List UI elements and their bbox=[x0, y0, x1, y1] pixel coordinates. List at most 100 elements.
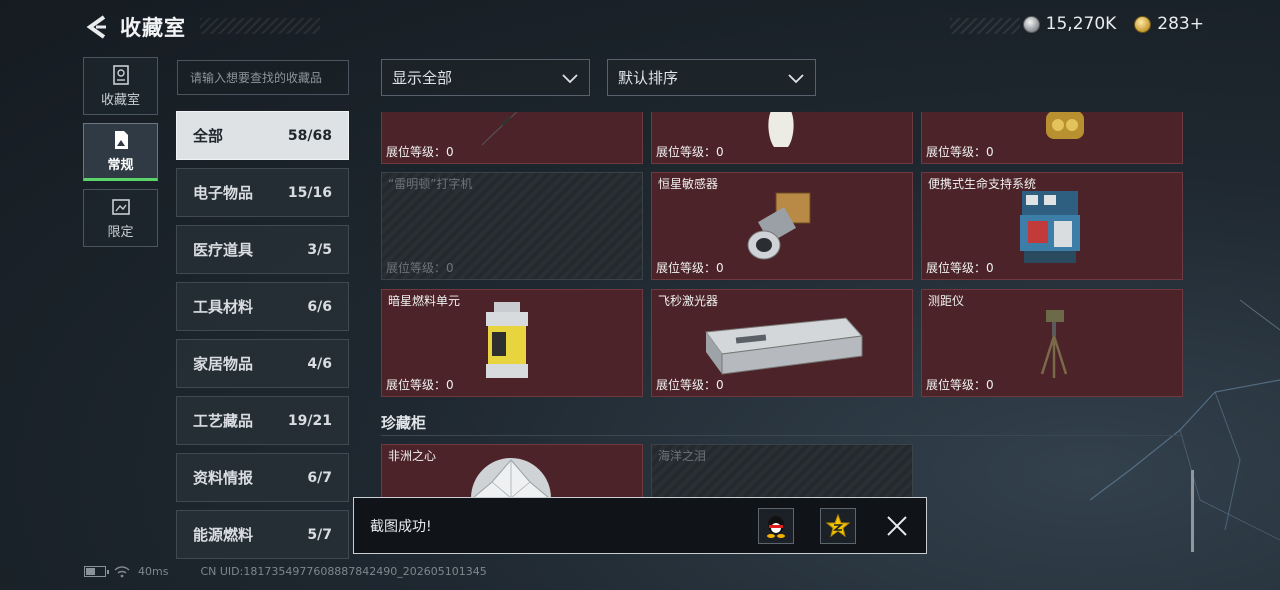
currency-bar: 15,270K 283+ bbox=[1022, 14, 1204, 34]
card-level: 展位等级：0 bbox=[656, 378, 724, 392]
category-name: 医疗道具 bbox=[193, 241, 254, 259]
collection-card[interactable]: 展位等级：0 bbox=[651, 112, 913, 164]
silver-coin-icon bbox=[1022, 15, 1040, 33]
ping-value: 40ms bbox=[138, 565, 169, 578]
category-name: 电子物品 bbox=[193, 184, 254, 202]
chevron-down-icon bbox=[788, 73, 804, 83]
collection-card[interactable]: 便携式生命支持系统 展位等级：0 bbox=[921, 172, 1183, 280]
golden-statue-icon bbox=[1046, 112, 1084, 139]
side-tab-label: 限定 bbox=[107, 224, 134, 240]
category-list: 全部 58/68 电子物品 15/16 医疗道具 3/5 工具材料 6/6 家居… bbox=[176, 111, 349, 567]
search-input[interactable] bbox=[177, 60, 349, 95]
category-name: 家居物品 bbox=[193, 355, 254, 373]
category-electronics[interactable]: 电子物品 15/16 bbox=[176, 168, 349, 217]
card-name: 飞秒激光器 bbox=[658, 294, 719, 308]
chevron-down-icon bbox=[562, 73, 578, 83]
card-level: 展位等级：0 bbox=[926, 261, 994, 275]
side-tab-limited[interactable]: 限定 bbox=[83, 189, 158, 247]
card-level: 展位等级：0 bbox=[926, 378, 994, 392]
collection-card[interactable]: 暗星燃料单元 展位等级：0 bbox=[381, 289, 643, 397]
display-filter-value: 显示全部 bbox=[392, 69, 453, 87]
collection-card[interactable]: 恒星敏感器 展位等级：0 bbox=[651, 172, 913, 280]
category-all[interactable]: 全部 58/68 bbox=[176, 111, 349, 160]
gold-coin-icon bbox=[1134, 15, 1152, 33]
side-tabs: 收藏室 常规 限定 bbox=[83, 57, 158, 255]
category-intel[interactable]: 资料情报 6/7 bbox=[176, 453, 349, 502]
category-count: 4/6 bbox=[307, 355, 332, 372]
vase-icon bbox=[768, 112, 794, 147]
quill-pen-icon bbox=[481, 112, 518, 146]
silver-currency[interactable]: 15,270K bbox=[1022, 14, 1117, 34]
share-qq-button[interactable] bbox=[758, 507, 794, 544]
toast-message: 截图成功! bbox=[370, 518, 432, 535]
collection-card-locked[interactable]: “雷明顿”打字机 展位等级：0 bbox=[381, 172, 643, 280]
currency-stripe-decoration bbox=[950, 18, 1020, 34]
category-count: 3/5 bbox=[307, 241, 332, 258]
card-name: 测距仪 bbox=[928, 294, 965, 308]
screenshot-toast: 截图成功! bbox=[353, 497, 927, 554]
category-medical[interactable]: 医疗道具 3/5 bbox=[176, 225, 349, 274]
card-name: 恒星敏感器 bbox=[658, 177, 719, 191]
side-tab-regular[interactable]: 常规 bbox=[83, 123, 158, 181]
display-filter-dropdown[interactable]: 显示全部 bbox=[381, 59, 590, 96]
category-energy[interactable]: 能源燃料 5/7 bbox=[176, 510, 349, 559]
collection-card[interactable]: 飞秒激光器 展位等级：0 bbox=[651, 289, 913, 397]
star-sensor-icon bbox=[747, 192, 811, 260]
limited-icon bbox=[111, 198, 130, 215]
category-name: 资料情报 bbox=[193, 469, 254, 487]
gold-amount: 283+ bbox=[1157, 14, 1204, 34]
card-level: 展位等级：0 bbox=[386, 378, 454, 392]
sort-dropdown[interactable]: 默认排序 bbox=[607, 59, 816, 96]
card-level: 展位等级：0 bbox=[656, 145, 724, 159]
life-support-icon bbox=[1020, 191, 1080, 263]
wifi-icon bbox=[114, 565, 130, 577]
silver-amount: 15,270K bbox=[1045, 14, 1117, 34]
collection-grid: 展位等级：0 展位等级：0 展位等级：0 “雷明顿”打字机 展位等级：0 恒星敏… bbox=[381, 112, 1183, 554]
toast-close-button[interactable] bbox=[882, 511, 912, 541]
qzone-star-icon bbox=[826, 513, 850, 537]
category-count: 58/68 bbox=[287, 127, 332, 144]
gold-currency[interactable]: 283+ bbox=[1134, 14, 1204, 34]
fuel-canister-icon bbox=[486, 302, 528, 378]
card-name: 非洲之心 bbox=[388, 449, 437, 463]
category-count: 6/6 bbox=[307, 298, 332, 315]
card-level: 展位等级：0 bbox=[926, 145, 994, 159]
category-count: 6/7 bbox=[307, 469, 332, 486]
collection-icon bbox=[112, 64, 129, 85]
card-level: 展位等级：0 bbox=[656, 261, 724, 275]
back-arrow-icon[interactable] bbox=[84, 14, 110, 40]
regular-icon bbox=[114, 130, 128, 149]
status-bar: 40ms CN UID:1817354977608887842490_20260… bbox=[84, 565, 487, 578]
category-crafts[interactable]: 工艺藏品 19/21 bbox=[176, 396, 349, 445]
card-name: 海洋之泪 bbox=[658, 449, 707, 463]
category-name: 全部 bbox=[193, 127, 224, 145]
header: 收藏室 bbox=[84, 10, 186, 44]
battery-icon bbox=[84, 566, 109, 577]
page-title: 收藏室 bbox=[120, 16, 186, 40]
category-name: 工具材料 bbox=[193, 298, 254, 316]
collection-card[interactable]: 测距仪 展位等级：0 bbox=[921, 289, 1183, 397]
card-name: “雷明顿”打字机 bbox=[388, 177, 473, 191]
qq-penguin-icon bbox=[767, 515, 785, 538]
close-icon bbox=[887, 515, 907, 536]
sort-value: 默认排序 bbox=[618, 69, 679, 87]
share-qzone-button[interactable] bbox=[820, 507, 856, 544]
collection-card[interactable]: 展位等级：0 bbox=[381, 112, 643, 164]
side-tab-label: 常规 bbox=[107, 157, 134, 173]
category-name: 工艺藏品 bbox=[193, 412, 254, 430]
card-name: 暗星燃料单元 bbox=[388, 294, 461, 308]
side-tab-collection[interactable]: 收藏室 bbox=[83, 57, 158, 115]
card-level: 展位等级：0 bbox=[386, 261, 454, 275]
category-tools[interactable]: 工具材料 6/6 bbox=[176, 282, 349, 331]
collection-card[interactable]: 展位等级：0 bbox=[921, 112, 1183, 164]
category-count: 19/21 bbox=[287, 412, 332, 429]
category-household[interactable]: 家居物品 4/6 bbox=[176, 339, 349, 388]
category-count: 15/16 bbox=[287, 184, 332, 201]
rangefinder-icon bbox=[1040, 310, 1068, 378]
laser-device-icon bbox=[705, 317, 864, 375]
grid-scrollbar[interactable] bbox=[1191, 470, 1194, 552]
card-level: 展位等级：0 bbox=[386, 145, 454, 159]
category-name: 能源燃料 bbox=[193, 526, 254, 544]
header-stripe-decoration bbox=[200, 18, 320, 34]
section-divider bbox=[381, 435, 1183, 436]
